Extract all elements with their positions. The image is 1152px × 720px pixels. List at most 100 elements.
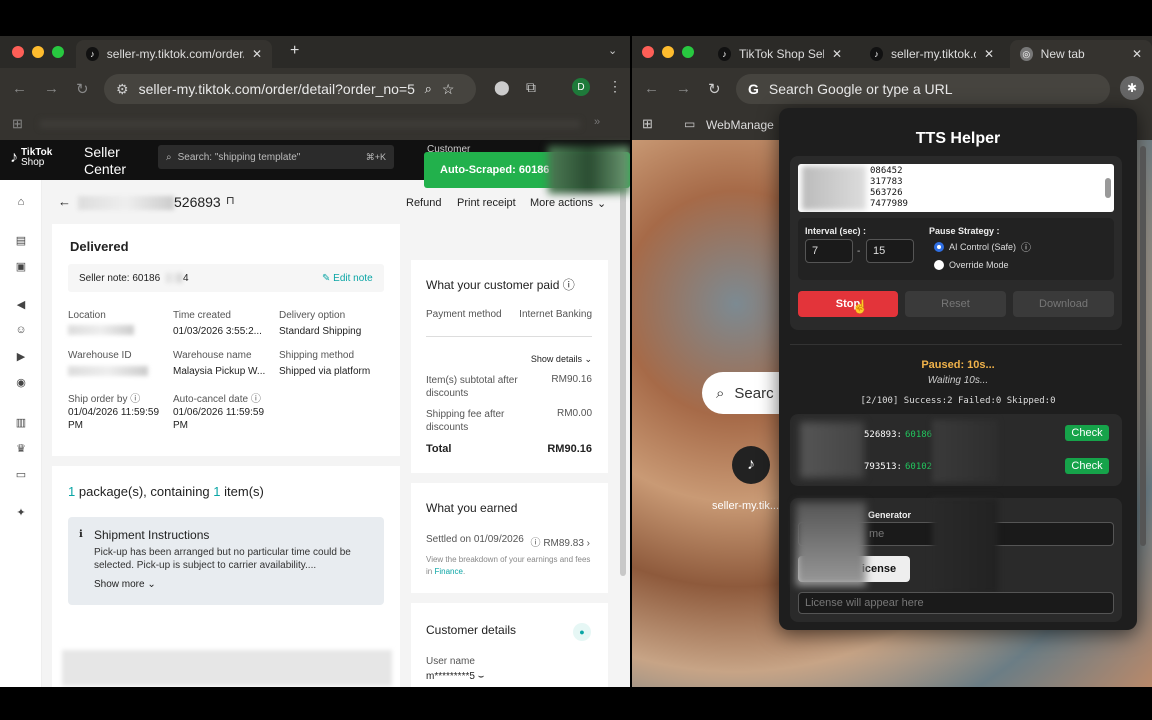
check-button[interactable]: Check [1065,458,1109,474]
finance-link[interactable]: Finance [434,567,462,576]
maximize-window-icon[interactable] [52,46,64,58]
address-bar[interactable]: ⚙ seller-my.tiktok.com/order/detail?orde… [104,74,476,104]
chat-icon[interactable]: ● [573,623,591,641]
more-bookmarks-icon[interactable]: » [594,116,600,128]
toast-text: Auto-Scraped: 60186 [440,164,550,176]
shortcut-label[interactable]: seller-my.tik... [712,500,779,512]
right-browser-window: ♪ TikTok Shop Selle ✕ ♪ seller-my.tiktok… [632,36,1152,687]
print-receipt-button[interactable]: Print receipt [449,192,524,214]
close-tab-icon[interactable]: ✕ [1132,47,1142,61]
marketing-icon[interactable]: ◀ [14,298,28,312]
back-icon[interactable]: ← [644,80,659,97]
customer-title: Customer details [426,623,517,637]
result-value: 60186 [905,430,933,440]
products-icon[interactable]: ▣ [14,260,28,274]
apps-grid-icon[interactable]: ⊞ [642,116,653,132]
interval-min-input[interactable]: 7 [805,239,853,263]
back-icon[interactable]: ← [12,80,27,97]
avatar[interactable]: D [572,78,590,96]
reset-button[interactable]: Reset [905,291,1006,317]
search-icon[interactable]: ⌕ [425,81,432,97]
chevron-down-icon[interactable]: ⌄ [608,44,617,57]
maximize-window-icon[interactable] [682,46,694,58]
show-details-toggle[interactable]: Show details ⌄ [531,354,592,365]
info-icon[interactable]: ⓘ [563,278,575,292]
forward-icon[interactable]: → [676,80,691,97]
license-generator-panel: Generator me icense License will appear … [790,498,1122,622]
show-more-link[interactable]: Show more ⌄ [94,579,156,590]
home-icon[interactable]: ⌂ [14,196,28,210]
address-bar[interactable]: G Search Google or type a URL [736,74,1110,104]
bookmark-webmanage[interactable]: WebManage [706,118,774,132]
interval-label: Interval (sec) : [805,226,867,236]
order-line: 7477989 [870,199,908,209]
trophy-icon[interactable]: ♛ [14,442,28,456]
stop-button[interactable]: Stop [798,291,898,317]
more-actions-button[interactable]: More actions ⌄ [522,192,614,214]
download-button[interactable]: Download [1013,291,1114,317]
academy-icon[interactable]: ✦ [14,506,28,520]
tiktok-shop-logo[interactable]: ♪ TikTok Shop [10,148,52,168]
puzzle-icon[interactable]: ⧉ [526,79,536,96]
back-arrow-icon[interactable]: ← [58,194,71,209]
refund-button[interactable]: Refund [398,192,449,214]
shipment-instructions-box: ℹ Shipment Instructions Pick-up has been… [68,517,384,605]
ship-by-label: Ship order by ⓘ [68,390,140,405]
extension-active-icon[interactable]: ✱ [1120,76,1144,100]
tab-seller-order[interactable]: ♪ seller-my.tiktok.c ✕ [860,40,1004,68]
info-icon[interactable]: ⓘ [1021,239,1031,254]
order-list-text: 086452 317783 563726 7477989 [870,166,908,210]
site-settings-icon[interactable]: ⚙ [116,81,129,98]
bookmarks-bar: ⊞ » [0,110,630,140]
bookmark-star-icon[interactable]: ☆ [442,81,455,98]
close-tab-icon[interactable]: ✕ [984,47,994,61]
apps-grid-icon[interactable]: ⊞ [12,116,23,132]
growth-icon[interactable]: ◉ [14,376,28,390]
info-icon[interactable]: ⓘ [130,394,140,405]
tiktok-shortcut-icon[interactable]: ♪ [732,446,770,484]
reload-icon[interactable]: ↻ [76,80,89,98]
reload-icon[interactable]: ↻ [708,80,721,98]
tab-strip: ♪ TikTok Shop Selle ✕ ♪ seller-my.tiktok… [632,36,1152,68]
forward-icon[interactable]: → [44,80,59,97]
extension-icon[interactable]: ⬤ [494,79,510,96]
live-icon[interactable]: ▶ [14,350,28,364]
progress-text: [2/100] Success:2 Failed:0 Skipped:0 [860,396,1056,406]
tab-tiktok-shop[interactable]: ♪ TikTok Shop Selle ✕ [708,40,852,68]
order-status: Delivered [70,239,129,254]
close-window-icon[interactable] [12,46,24,58]
folder-icon[interactable]: ▭ [684,117,695,131]
close-tab-icon[interactable]: ✕ [832,47,842,61]
pause-option-override[interactable]: Override Mode [934,260,1009,270]
minimize-window-icon[interactable] [32,46,44,58]
check-button[interactable]: Check [1065,425,1109,441]
bookmark-icon[interactable]: ⊓ [226,194,235,207]
order-list-textarea[interactable]: 086452 317783 563726 7477989 [798,164,1114,212]
minimize-window-icon[interactable] [662,46,674,58]
seller-search-input[interactable]: ⌕ Search: "shipping template" ⌘+K [158,145,394,169]
textarea-scrollbar[interactable] [1105,178,1111,198]
tab-order-detail[interactable]: ♪ seller-my.tiktok.com/order/de ✕ [76,40,272,68]
popup-scrollbar[interactable] [1140,146,1146,546]
item-text: item(s) [224,484,264,499]
order-summary-card: Delivered Seller note: 60186 4 ✎ Edit no… [52,224,400,456]
browser-toolbar: ← → ↻ G Search Google or type a URL ✱ [632,68,1152,110]
results-panel: 526893: 60186 Check 793513: 60102 Check [790,414,1122,486]
license-output[interactable]: License will appear here [798,592,1114,614]
orders-icon[interactable]: ▤ [14,234,28,248]
radio-selected-icon [934,241,944,252]
settled-amount-row[interactable]: ⓘ RM89.83 › [531,534,590,549]
interval-max-input[interactable]: 15 [866,239,914,263]
pause-option-ai[interactable]: AI Control (Safe) ⓘ [934,239,1031,254]
close-tab-icon[interactable]: ✕ [252,47,262,61]
menu-icon[interactable]: ⋮ [608,78,622,95]
new-tab-button[interactable]: + [290,42,299,60]
info-icon[interactable]: ⓘ [251,394,261,405]
creators-icon[interactable]: ☺ [14,324,28,338]
tab-new-tab[interactable]: ◎ New tab ✕ [1010,40,1152,68]
page-scrollbar[interactable] [620,186,626,576]
finance-icon[interactable]: ▭ [14,468,28,482]
close-window-icon[interactable] [642,46,654,58]
edit-note-link[interactable]: ✎ Edit note [322,273,373,284]
analytics-icon[interactable]: ▥ [14,416,28,430]
